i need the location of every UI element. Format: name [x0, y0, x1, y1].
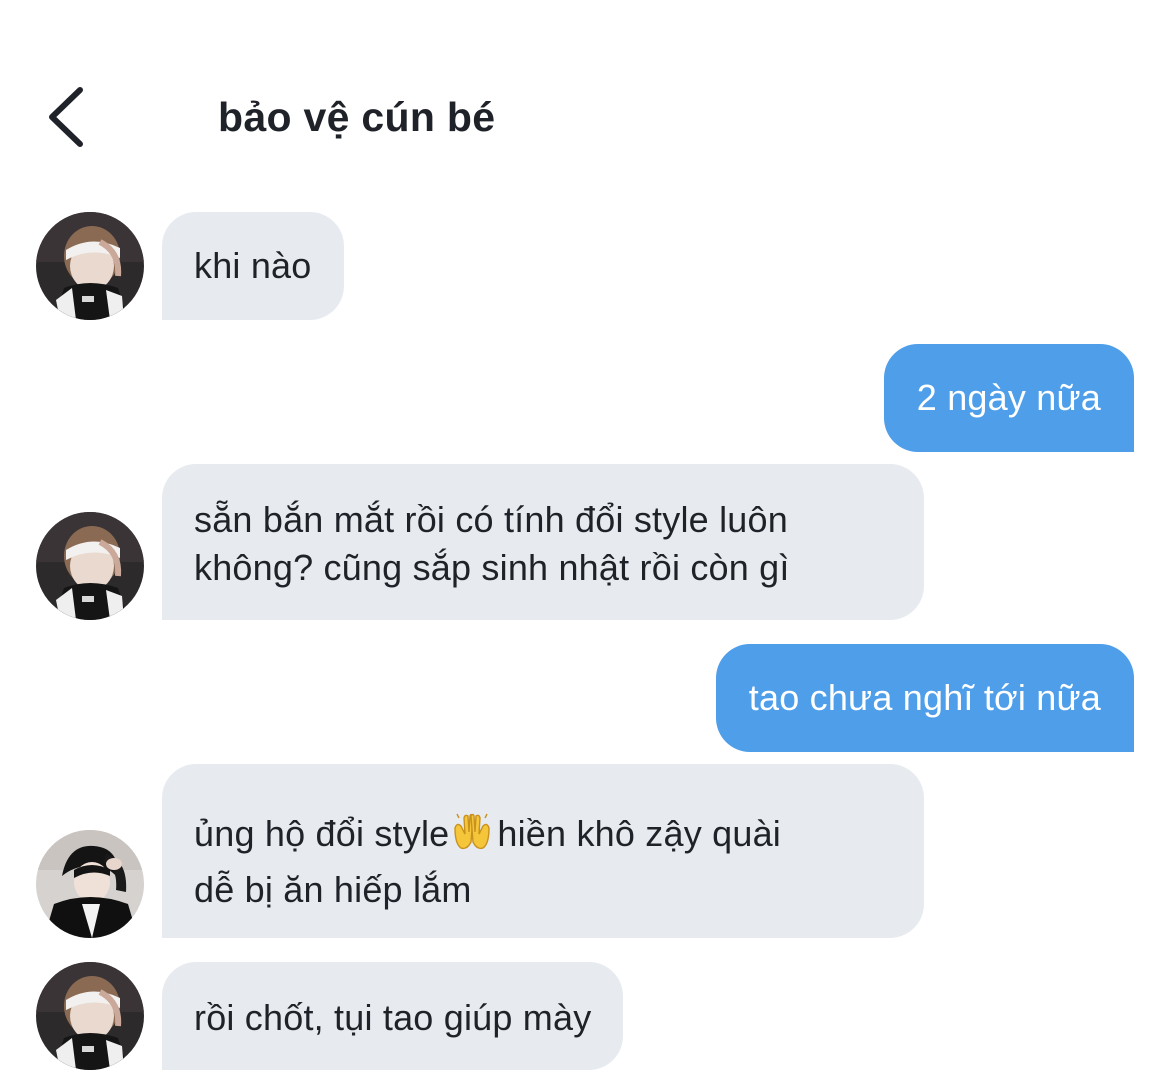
avatar[interactable] [36, 830, 144, 938]
avatar[interactable] [36, 962, 144, 1070]
message-text-segment: hiền khô zậy quài [497, 813, 781, 854]
message-text-line: ủng hộ đổi style hiền khô zậy quài [194, 806, 892, 862]
message-bubble-incoming[interactable]: sẵn bắn mắt rồi có tính đổi style luôn k… [162, 464, 924, 620]
message-text: tao chưa nghĩ tới nữa [748, 677, 1101, 718]
message-thread: khi nào 2 ngày nữa sẵn bắn mắt rồi có tí… [0, 0, 1169, 1086]
message-bubble-outgoing[interactable]: tao chưa nghĩ tới nữa [715, 644, 1134, 752]
avatar-leather-jacket-photo [36, 830, 144, 938]
message-bubble-incoming[interactable]: khi nào [162, 212, 344, 320]
avatar[interactable] [36, 212, 144, 320]
message-text: 2 ngày nữa [916, 377, 1101, 418]
message-bubble-outgoing[interactable]: 2 ngày nữa [883, 344, 1134, 452]
message-text-line: dễ bị ăn hiếp lắm [194, 869, 472, 910]
message-text-line: không? cũng sắp sinh nhật rồi còn gì [194, 547, 790, 588]
message-text-line: sẵn bắn mắt rồi có tính đổi style luôn [194, 499, 788, 540]
raising-hands-emoji-icon [451, 812, 493, 852]
avatar-headband-photo [36, 962, 144, 1070]
message-bubble-incoming[interactable]: rồi chốt, tụi tao giúp mày [162, 962, 624, 1070]
avatar-headband-photo [36, 512, 144, 620]
message-text: khi nào [194, 245, 312, 286]
message-text-segment: ủng hộ đổi style [194, 813, 450, 854]
avatar[interactable] [36, 512, 144, 620]
message-text: rồi chốt, tụi tao giúp mày [194, 997, 592, 1038]
message-bubble-incoming[interactable]: ủng hộ đổi style hiền khô zậy quài dễ bị… [162, 764, 924, 938]
avatar-headband-photo [36, 212, 144, 320]
